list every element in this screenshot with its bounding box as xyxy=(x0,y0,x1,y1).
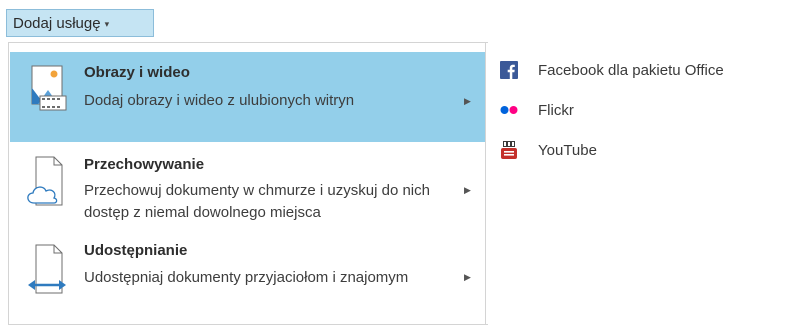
menu-item-title: Obrazy i wideo xyxy=(84,64,190,81)
menu-item-sharing[interactable]: Udostępnianie Udostępniaj dokumenty przy… xyxy=(10,235,486,325)
menu-item-storage[interactable]: Przechowywanie Przechowuj dokumenty w ch… xyxy=(10,147,486,235)
submenu-item-flickr[interactable]: Flickr xyxy=(486,90,786,130)
cloud-document-icon xyxy=(24,155,68,206)
submenu-images-video: Facebook dla pakietu Office Flickr YouTu… xyxy=(486,50,786,170)
add-service-label: Dodaj usługę xyxy=(13,14,101,32)
chevron-right-icon: ▶ xyxy=(464,272,471,282)
youtube-icon xyxy=(500,141,518,159)
menu-item-description: Dodaj obrazy i wideo z ulubionych witryn xyxy=(84,92,355,109)
chevron-down-icon: ▾ xyxy=(104,18,110,29)
menu-item-description: Przechowuj dokumenty w chmurze i uzyskuj… xyxy=(84,182,430,221)
menu-item-title: Udostępnianie xyxy=(84,242,188,259)
submenu-item-label: Flickr xyxy=(538,101,574,119)
flickr-icon xyxy=(500,101,518,119)
menu-item-title: Przechowywanie xyxy=(84,156,205,173)
submenu-item-facebook[interactable]: Facebook dla pakietu Office xyxy=(486,50,786,90)
menu-item-description: Udostępniaj dokumenty przyjaciołom i zna… xyxy=(84,269,409,286)
facebook-icon xyxy=(500,61,518,79)
submenu-item-label: YouTube xyxy=(538,141,597,159)
submenu-item-youtube[interactable]: YouTube xyxy=(486,130,786,170)
add-service-menu: Obrazy i wideo Dodaj obrazy i wideo z ul… xyxy=(8,42,488,325)
image-video-icon xyxy=(24,64,68,112)
share-document-icon xyxy=(24,243,68,294)
chevron-right-icon: ▶ xyxy=(464,96,471,106)
chevron-right-icon: ▶ xyxy=(464,185,471,195)
submenu-item-label: Facebook dla pakietu Office xyxy=(538,61,724,79)
page: Dodaj usługę ▾ Obrazy i wideo Dodaj obra… xyxy=(0,0,796,325)
add-service-button[interactable]: Dodaj usługę ▾ xyxy=(6,9,154,37)
menu-item-images-video[interactable]: Obrazy i wideo Dodaj obrazy i wideo z ul… xyxy=(10,52,486,142)
